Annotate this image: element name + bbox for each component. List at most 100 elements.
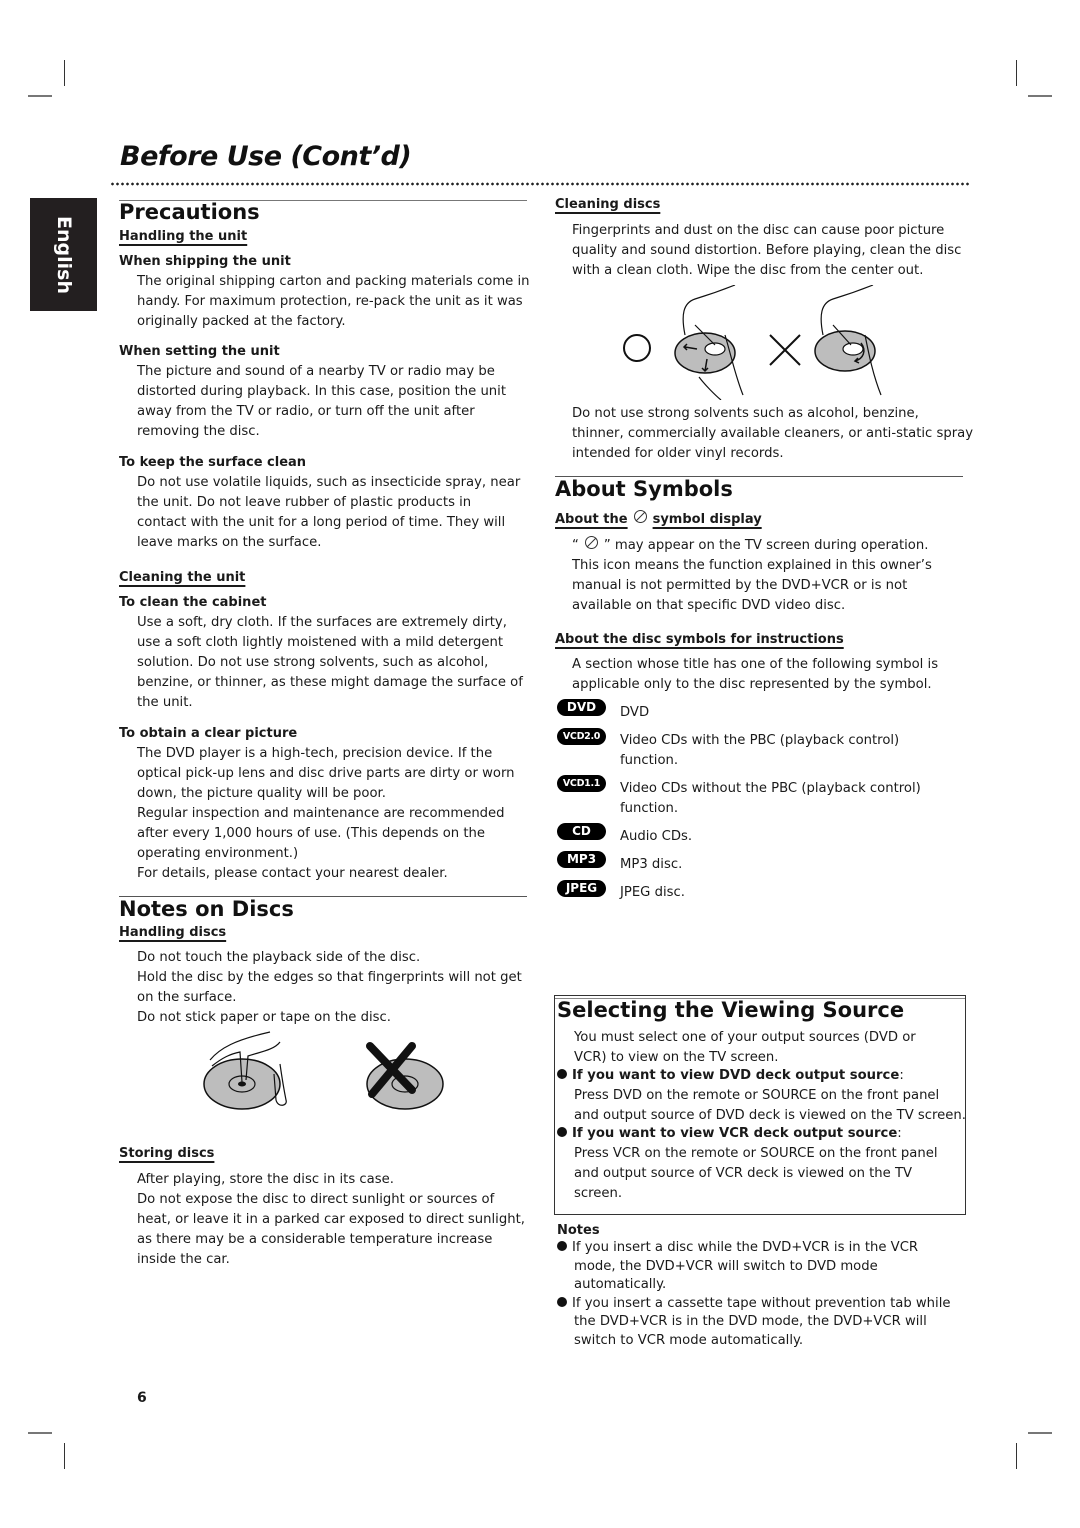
text-line: mode, the DVD+VCR will switch to DVD mod… bbox=[574, 1258, 878, 1274]
text-line: and output source of VCR deck is viewed … bbox=[574, 1166, 913, 1181]
notes-on-discs-heading: Notes on Discs bbox=[119, 897, 294, 921]
bullet-icon bbox=[557, 1069, 567, 1079]
handling-discs-text: Do not touch the playback side of the di… bbox=[137, 948, 522, 1028]
shipping-text: The original shipping carton and packing… bbox=[137, 272, 530, 332]
text-line: after every 1,000 hours of use. (This de… bbox=[137, 826, 485, 841]
jpeg-badge-icon: JPEG bbox=[557, 880, 606, 897]
crop-mark bbox=[28, 95, 52, 97]
cleaning-discs-label: Cleaning discs bbox=[555, 197, 661, 212]
shipping-heading: When shipping the unit bbox=[119, 254, 291, 269]
picture-heading: To obtain a clear picture bbox=[119, 726, 298, 741]
mp3-badge-desc: MP3 disc. bbox=[620, 855, 682, 875]
text-line: inside the car. bbox=[137, 1252, 230, 1267]
cleaning-unit-label: Cleaning the unit bbox=[119, 570, 246, 585]
handling-discs-label: Handling discs bbox=[119, 925, 227, 940]
crop-mark bbox=[64, 1443, 65, 1469]
handling-unit-label: Handling the unit bbox=[119, 229, 248, 244]
precautions-heading: Precautions bbox=[119, 200, 260, 224]
text-line: This icon means the function explained i… bbox=[572, 558, 932, 573]
text-line: Press DVD on the remote or SOURCE on the… bbox=[574, 1088, 940, 1103]
surface-text: Do not use volatile liquids, such as ins… bbox=[137, 473, 520, 553]
dvd-source-item: If you want to view DVD deck output sour… bbox=[557, 1066, 966, 1126]
text-line: originally packed at the factory. bbox=[137, 314, 346, 329]
text-line: After playing, store the disc in its cas… bbox=[137, 1172, 394, 1187]
text-line: the unit. bbox=[137, 695, 193, 710]
quote-open: “ bbox=[572, 538, 579, 553]
text-line: Do not touch the playback side of the di… bbox=[137, 950, 421, 965]
text-line: handy. For maximum protection, re-pack t… bbox=[137, 294, 523, 309]
text-line: with a clean cloth. Wipe the disc from t… bbox=[572, 263, 924, 278]
disc-symbols-label: About the disc symbols for instructions bbox=[555, 632, 844, 647]
dotted-divider bbox=[110, 182, 970, 186]
text-line: Do not expose the disc to direct sunligh… bbox=[137, 1192, 495, 1207]
correct-circle-icon bbox=[623, 334, 651, 362]
page-number: 6 bbox=[137, 1390, 147, 1406]
crop-mark bbox=[1016, 1443, 1017, 1469]
viewing-source-heading: Selecting the Viewing Source bbox=[557, 998, 905, 1022]
text-line: manual is not permitted by the DVD+VCR o… bbox=[572, 578, 908, 593]
setting-heading: When setting the unit bbox=[119, 344, 280, 359]
text-line: VCR) to view on the TV screen. bbox=[574, 1050, 779, 1065]
text-line: MP3 disc. bbox=[620, 857, 683, 872]
bullet-icon bbox=[557, 1127, 567, 1137]
text-line: intended for older vinyl records. bbox=[572, 446, 784, 461]
text-line: Press VCR on the remote or SOURCE on the… bbox=[574, 1146, 938, 1161]
crop-mark bbox=[1016, 60, 1017, 86]
disc-symbols-text: A section whose title has one of the fol… bbox=[572, 655, 938, 695]
text-line: use a soft cloth lightly moistened with … bbox=[137, 635, 504, 650]
text-line: ” may appear on the TV screen during ope… bbox=[603, 538, 929, 553]
cd-badge-icon: CD bbox=[557, 823, 606, 840]
text-line: Do not use volatile liquids, such as ins… bbox=[137, 475, 521, 490]
dvd-badge-desc: DVD bbox=[620, 703, 649, 723]
text-line: removing the disc. bbox=[137, 424, 260, 439]
text-line: away from the TV or radio, or turn off t… bbox=[137, 404, 475, 419]
vcr-source-item: If you want to view VCR deck output sour… bbox=[557, 1124, 938, 1204]
text-line: DVD bbox=[620, 705, 650, 720]
vcd20-badge-desc: Video CDs with the PBC (playback control… bbox=[620, 731, 899, 771]
vcd11-badge-icon: VCD1.1 bbox=[557, 775, 606, 792]
viewing-source-intro: You must select one of your output sourc… bbox=[574, 1028, 916, 1068]
picture-text: The DVD player is a high-tech, precision… bbox=[137, 744, 515, 884]
disc-hold-incorrect-illustration bbox=[366, 1042, 444, 1110]
dvd-source-heading: If you want to view DVD deck output sour… bbox=[572, 1068, 900, 1083]
disc-cleaning-illustration bbox=[623, 285, 882, 400]
storing-discs-text: After playing, store the disc in its cas… bbox=[137, 1170, 525, 1270]
text-line: For details, please contact your nearest… bbox=[137, 866, 448, 881]
language-tab: English bbox=[30, 198, 97, 311]
text-line: Do not stick paper or tape on the disc. bbox=[137, 1010, 391, 1025]
text-line: If you insert a cassette tape without pr… bbox=[572, 1295, 951, 1311]
text-line: Video CDs with the PBC (playback control… bbox=[620, 733, 900, 748]
setting-text: The picture and sound of a nearby TV or … bbox=[137, 362, 506, 442]
bullet-icon bbox=[557, 1296, 567, 1307]
text-line: A section whose title has one of the fol… bbox=[572, 657, 939, 672]
vcd11-badge-desc: Video CDs without the PBC (playback cont… bbox=[620, 779, 921, 819]
surface-heading: To keep the surface clean bbox=[119, 455, 307, 470]
prohibited-icon bbox=[584, 535, 598, 549]
text-line: the DVD+VCR is in the DVD mode, the DVD+… bbox=[574, 1314, 927, 1329]
cleaning-warning-text: Do not use strong solvents such as alcoh… bbox=[572, 404, 973, 464]
text-line: quality and sound distortion. Before pla… bbox=[572, 243, 962, 258]
cleaning-discs-text: Fingerprints and dust on the disc can ca… bbox=[572, 221, 961, 281]
colon: : bbox=[899, 1068, 904, 1083]
cd-badge-desc: Audio CDs. bbox=[620, 827, 692, 847]
jpeg-badge-desc: JPEG disc. bbox=[620, 883, 685, 903]
text-line: switch to VCR mode automatically. bbox=[574, 1332, 804, 1348]
colon: : bbox=[897, 1126, 902, 1141]
text-line: down, the picture quality will be poor. bbox=[137, 786, 386, 801]
storing-discs-label: Storing discs bbox=[119, 1146, 215, 1161]
text-line: Fingerprints and dust on the disc can ca… bbox=[572, 223, 945, 238]
text-line: Regular inspection and maintenance are r… bbox=[137, 806, 505, 821]
page-title: Before Use (Cont’d) bbox=[120, 141, 412, 172]
symbol-display-label: About the symbol display bbox=[555, 510, 762, 527]
disc-hole bbox=[238, 1081, 246, 1087]
text-line: the unit. Do not leave rubber of plastic… bbox=[137, 495, 472, 510]
notes-list: If you insert a disc while the DVD+VCR i… bbox=[557, 1239, 950, 1350]
label-text: About the bbox=[555, 512, 628, 527]
text-line: function. bbox=[620, 801, 679, 816]
crop-mark bbox=[28, 1432, 52, 1434]
text-line: heat, or leave it in a parked car expose… bbox=[137, 1212, 525, 1227]
text-line: solution. Do not use strong solvents, su… bbox=[137, 655, 489, 670]
text-line: optical pick-up lens and disc drive part… bbox=[137, 766, 515, 781]
dvd-badge-icon: DVD bbox=[557, 699, 606, 716]
text-line: as there may be a considerable temperatu… bbox=[137, 1232, 493, 1247]
